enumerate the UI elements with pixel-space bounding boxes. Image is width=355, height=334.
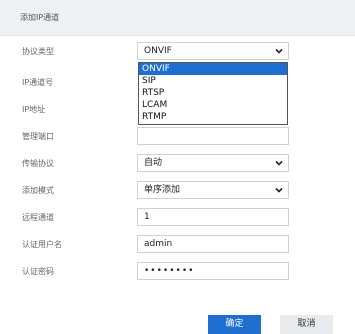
mgmt-port-label: 管理端口 [22,132,54,141]
protocol-dropdown-list[interactable]: ONVIF SIP RTSP LCAM RTMP [138,62,288,125]
protocol-option-rtmp[interactable]: RTMP [139,111,287,123]
protocol-value: ONVIF [144,46,172,56]
protocol-label: 协议类型 [22,47,54,56]
chevron-down-icon [275,48,283,54]
password-input[interactable]: •••••••• [137,262,289,280]
transport-label: 传输协议 [22,159,54,168]
remote-channel-input[interactable]: 1 [137,208,289,226]
add-mode-select[interactable]: 单序添加 [137,181,289,199]
protocol-option-lcam[interactable]: LCAM [139,99,287,111]
cancel-button[interactable]: 取消 [280,315,333,334]
username-label: 认证用户名 [22,240,62,249]
ok-button[interactable]: 确定 [208,315,261,334]
username-input[interactable]: admin [137,235,289,253]
dialog-title: 添加IP通道 [20,13,60,22]
protocol-select[interactable]: ONVIF [137,42,289,60]
chevron-down-icon [275,187,283,193]
transport-select[interactable]: 自动 [137,154,289,172]
dialog-header: 添加IP通道 [0,0,355,36]
add-mode-value: 单序添加 [144,185,181,195]
mgmt-port-input[interactable] [137,127,289,145]
remote-channel-label: 远程通道 [22,213,54,222]
protocol-option-onvif[interactable]: ONVIF [139,63,287,75]
password-label: 认证密码 [22,267,54,276]
add-mode-label: 添加模式 [22,186,54,195]
ip-channel-label: IP通道号 [22,78,54,87]
protocol-option-sip[interactable]: SIP [139,75,287,87]
transport-value: 自动 [144,158,163,168]
protocol-option-rtsp[interactable]: RTSP [139,87,287,99]
chevron-down-icon [275,160,283,166]
ip-address-label: IP地址 [22,105,46,114]
